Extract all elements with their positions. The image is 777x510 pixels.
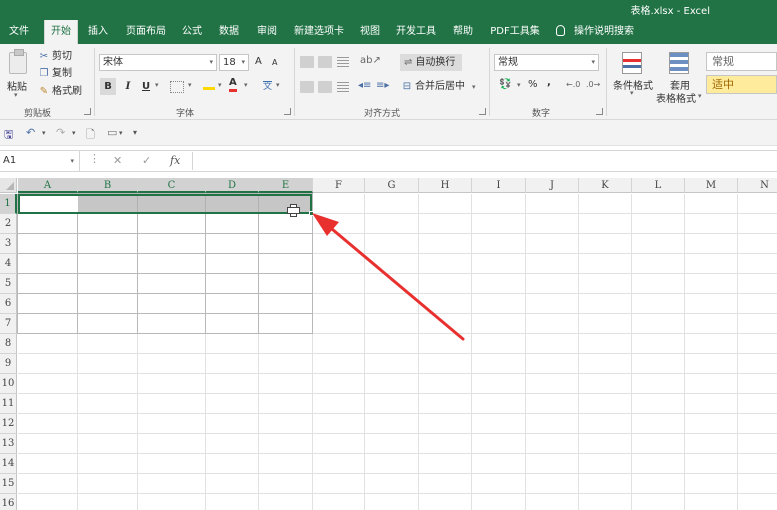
- annotation-arrow: [312, 213, 465, 341]
- annotation-arrow-shaft: [324, 222, 465, 341]
- excel-window: 表格.xlsx - Excel 文件 开始 插入 页面布局 公式 数据 审阅 新…: [0, 0, 777, 510]
